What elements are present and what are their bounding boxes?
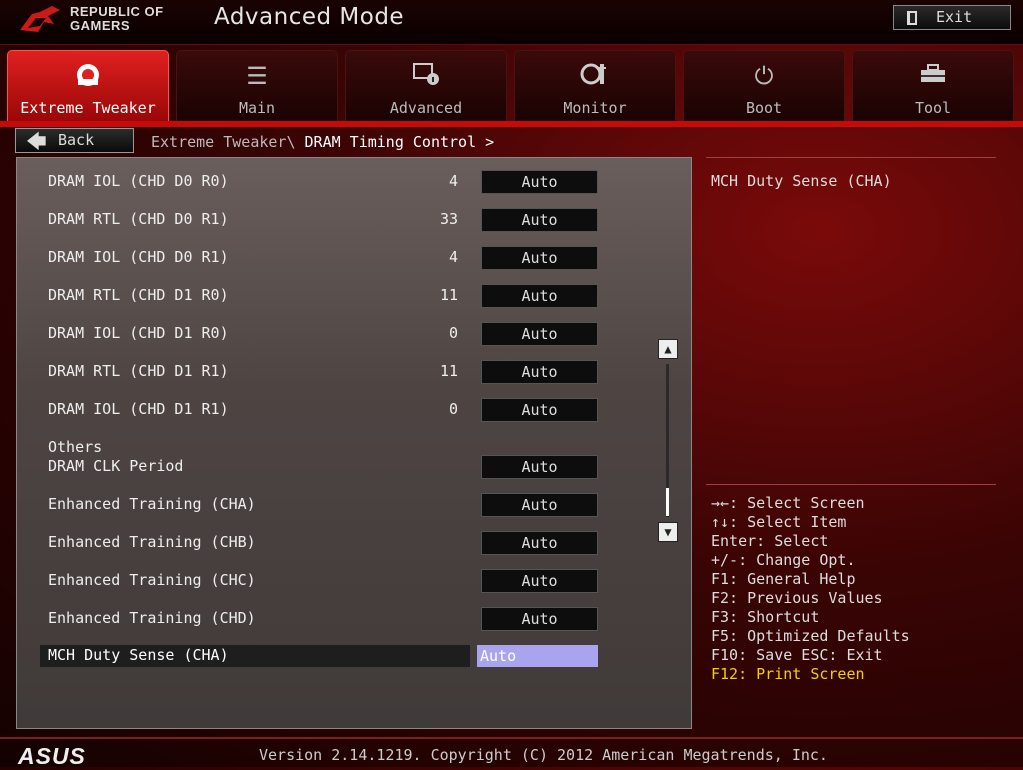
exit-button[interactable]: Exit — [893, 5, 1011, 30]
exit-door-icon — [906, 10, 920, 30]
power-icon: ⏻ — [754, 62, 774, 90]
breadcrumb-parent[interactable]: Extreme Tweaker\ — [151, 133, 296, 151]
selected-setting-row[interactable]: MCH Duty Sense (CHA) — [40, 645, 470, 667]
setting-value: 0 — [448, 400, 458, 418]
tool-icon — [853, 61, 1013, 91]
setting-value: 0 — [448, 324, 458, 342]
brand-line2: GAMERS — [70, 18, 131, 33]
asus-logo: ASUS — [18, 743, 86, 769]
main-tabs: Extreme Tweaker ☰ Main Advanced Monitor … — [7, 50, 1017, 122]
others-section-label: Others — [48, 438, 103, 456]
scrollbar-thumb[interactable] — [666, 488, 669, 516]
setting-option-select[interactable]: Auto — [481, 208, 598, 232]
key-hint: F3: Shortcut — [711, 608, 820, 626]
setting-option-select[interactable]: Auto — [481, 455, 598, 479]
mode-title: Advanced Mode — [214, 4, 405, 30]
tab-main[interactable]: ☰ Main — [176, 50, 338, 122]
help-description: MCH Duty Sense (CHA) — [711, 172, 892, 190]
setting-value: 4 — [448, 248, 458, 266]
setting-value: 33 — [439, 210, 458, 228]
tab-tool[interactable]: Tool — [852, 50, 1014, 122]
brand-line1: REPUBLIC OF — [70, 4, 164, 19]
tab-boot[interactable]: ⏻ Boot — [683, 50, 845, 122]
scroll-down-button[interactable]: ▼ — [658, 522, 678, 542]
list-icon: ☰ — [246, 62, 268, 90]
key-legend: →←: Select Screen ↑↓: Select Item Enter:… — [711, 494, 910, 684]
setting-value: 4 — [448, 172, 458, 190]
version-text: Version 2.14.1219. Copyright (C) 2012 Am… — [259, 746, 828, 764]
setting-value: 11 — [439, 286, 458, 304]
tab-extreme-tweaker[interactable]: Extreme Tweaker — [7, 50, 169, 122]
setting-option-select[interactable]: Auto — [481, 531, 598, 555]
setting-option-select[interactable]: Auto — [481, 246, 598, 270]
setting-name: DRAM RTL (CHD D1 R0) — [48, 286, 229, 304]
setting-option-select[interactable]: Auto — [481, 284, 598, 308]
setting-name: DRAM IOL (CHD D0 R0) — [48, 172, 229, 190]
setting-option-select[interactable]: Auto — [481, 170, 598, 194]
tab-label: Extreme Tweaker — [20, 99, 156, 117]
key-hint: F2: Previous Values — [711, 589, 883, 607]
key-hint-print-screen: F12: Print Screen — [711, 665, 865, 683]
tab-advanced[interactable]: Advanced — [345, 50, 507, 122]
back-button[interactable]: 🡄 Back — [15, 128, 134, 153]
key-hint: ↑↓: Select Item — [711, 513, 847, 531]
key-hint: F5: Optimized Defaults — [711, 627, 910, 645]
back-arrow-icon: 🡄 — [26, 129, 47, 153]
setting-option-select[interactable]: Auto — [481, 322, 598, 346]
setting-value: 11 — [439, 362, 458, 380]
setting-name: MCH Duty Sense (CHA) — [48, 646, 229, 664]
breadcrumb: 🡄 Back Extreme Tweaker\ DRAM Timing Cont… — [0, 127, 1023, 157]
key-hint: +/-: Change Opt. — [711, 551, 856, 569]
tab-label: Monitor — [563, 99, 627, 117]
key-hint: Enter: Select — [711, 532, 829, 550]
monitor-icon — [515, 61, 675, 91]
breadcrumb-path: Extreme Tweaker\ DRAM Timing Control > — [151, 133, 494, 151]
setting-name: Enhanced Training (CHA) — [48, 495, 256, 513]
tab-label: Boot — [745, 99, 783, 117]
tab-label: Main — [238, 99, 276, 117]
key-hint: F1: General Help — [711, 570, 856, 588]
settings-panel: DRAM IOL (CHD D0 R0) 4 Auto DRAM RTL (CH… — [16, 157, 692, 729]
tab-label: Tool — [914, 99, 952, 117]
tweaker-icon — [8, 61, 168, 91]
setting-name: DRAM CLK Period — [48, 457, 184, 475]
setting-name: DRAM IOL (CHD D1 R0) — [48, 324, 229, 342]
setting-name: Enhanced Training (CHB) — [48, 533, 256, 551]
setting-name: Enhanced Training (CHC) — [48, 571, 256, 589]
selected-option-select[interactable]: Auto — [477, 645, 598, 667]
setting-name: DRAM RTL (CHD D0 R1) — [48, 210, 229, 228]
brand-text: REPUBLIC OF GAMERS — [70, 5, 164, 33]
key-hint: →←: Select Screen — [711, 494, 865, 512]
header-bar: REPUBLIC OF GAMERS Advanced Mode Exit — [0, 0, 1023, 45]
setting-option-select[interactable]: Auto — [481, 569, 598, 593]
setting-option-select[interactable]: Auto — [481, 360, 598, 384]
setting-option-select[interactable]: Auto — [481, 493, 598, 517]
back-label: Back — [58, 131, 95, 149]
setting-option-select[interactable]: Auto — [481, 398, 598, 422]
setting-name: DRAM IOL (CHD D1 R1) — [48, 400, 229, 418]
tab-label: Advanced — [389, 99, 463, 117]
advanced-icon — [346, 61, 506, 91]
footer-divider — [0, 737, 1023, 739]
exit-label: Exit — [936, 8, 973, 26]
divider — [706, 484, 996, 485]
divider — [706, 157, 996, 158]
breadcrumb-current: DRAM Timing Control > — [304, 133, 495, 151]
setting-option-select[interactable]: Auto — [481, 607, 598, 631]
setting-name: DRAM RTL (CHD D1 R1) — [48, 362, 229, 380]
tab-monitor[interactable]: Monitor — [514, 50, 676, 122]
setting-name: Enhanced Training (CHD) — [48, 609, 256, 627]
scroll-up-button[interactable]: ▲ — [658, 339, 678, 359]
setting-name: DRAM IOL (CHD D0 R1) — [48, 248, 229, 266]
key-hint: F10: Save ESC: Exit — [711, 646, 883, 664]
rog-logo-icon — [20, 6, 60, 32]
